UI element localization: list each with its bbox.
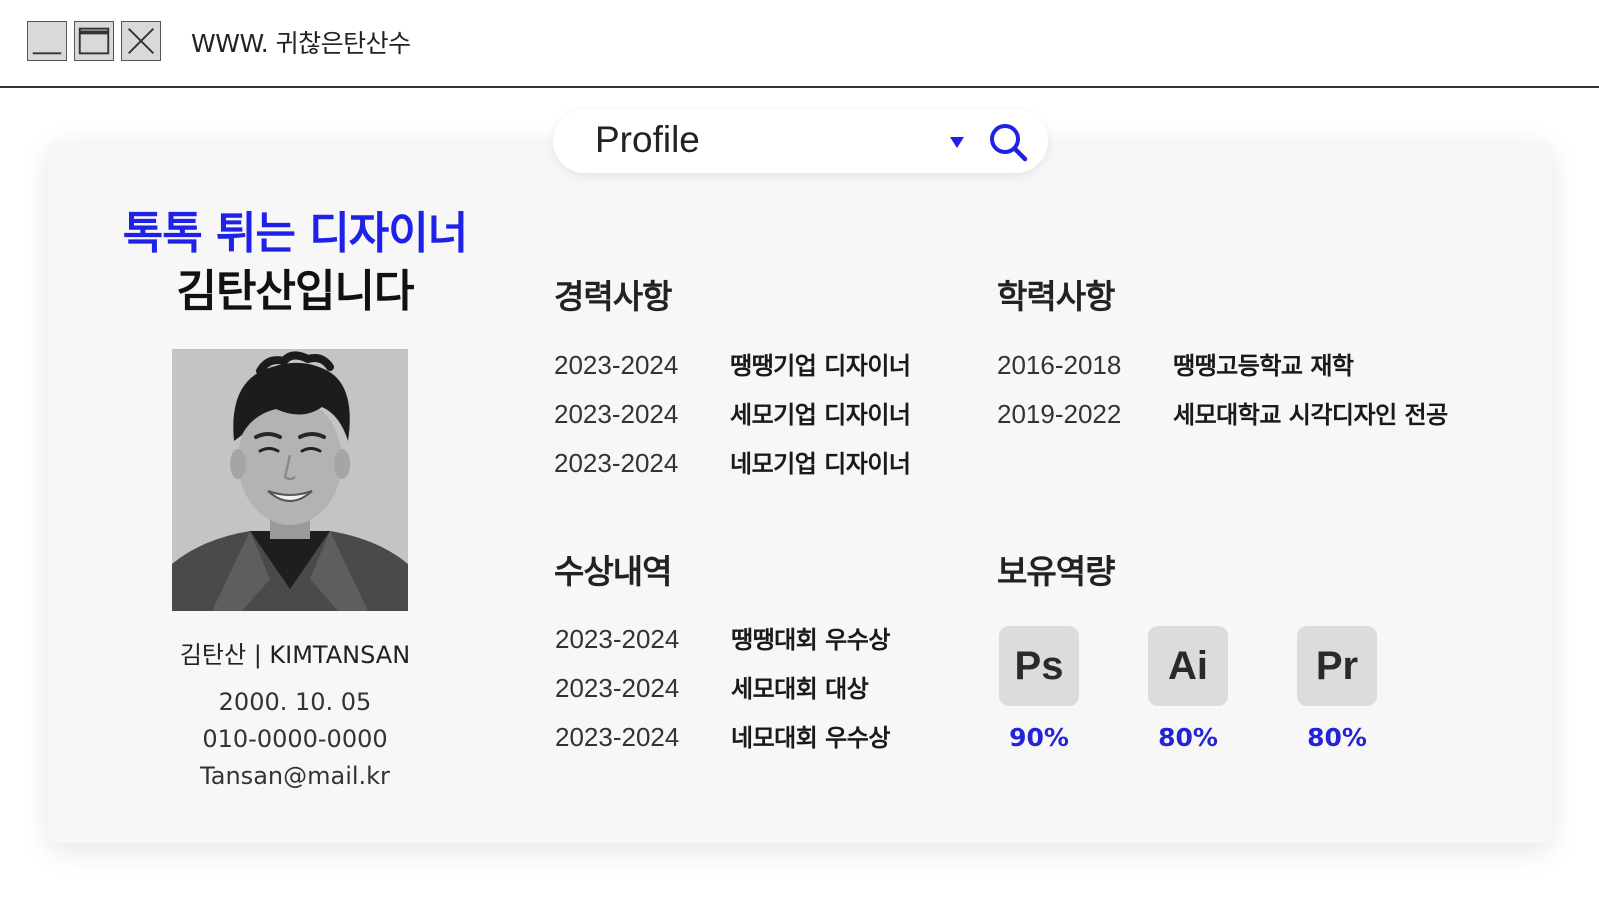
career-year: 2023-2024 — [554, 448, 679, 478]
award-text: 세모대회 대상 — [731, 675, 869, 703]
maximize-icon — [78, 27, 110, 55]
profile-photo — [172, 349, 408, 611]
award-year: 2023-2024 — [555, 722, 680, 752]
education-text: 세모대학교 시각디자인 전공 — [1173, 401, 1448, 429]
person-birth: 2000. 10. 05 — [218, 688, 372, 716]
person-name: 김탄산 | KIMTANSAN — [179, 641, 411, 669]
award-item: 2023-2024 네모대회 우수상 — [555, 718, 890, 753]
career-text: 땡땡기업 디자이너 — [730, 352, 911, 380]
award-item: 2023-2024 땡땡대회 우수상 — [555, 620, 890, 655]
career-year: 2023-2024 — [554, 399, 679, 429]
minimize-icon — [32, 52, 62, 55]
education-item: 2019-2022 세모대학교 시각디자인 전공 — [997, 395, 1448, 430]
close-button[interactable] — [121, 21, 161, 61]
illustrator-icon: Ai — [1148, 626, 1228, 706]
search-icon[interactable] — [987, 121, 1029, 163]
award-year: 2023-2024 — [555, 624, 680, 654]
dropdown-arrow-icon[interactable] — [947, 133, 967, 151]
minimize-button[interactable] — [27, 21, 67, 61]
window-titlebar: WWW. 귀찮은탄산수 — [0, 0, 1599, 88]
person-phone: 010-0000-0000 — [202, 725, 388, 753]
person-email: Tansan@mail.kr — [200, 762, 390, 790]
education-year: 2016-2018 — [997, 350, 1122, 380]
headline-line1: 톡톡 튀는 디자이너 — [122, 208, 468, 259]
education-title: 학력사항 — [997, 277, 1115, 316]
career-year: 2023-2024 — [554, 350, 679, 380]
skill-illustrator: Ai 80% — [1148, 626, 1228, 752]
skill-percent: 80% — [1158, 723, 1218, 752]
search-value[interactable]: Profile — [595, 119, 700, 161]
headline: 톡톡 튀는 디자이너 김탄산입니다 — [100, 205, 490, 321]
window-title: WWW. 귀찮은탄산수 — [191, 29, 411, 58]
photoshop-icon: Ps — [999, 626, 1079, 706]
career-item: 2023-2024 네모기업 디자이너 — [554, 444, 911, 479]
skills-title: 보유역량 — [997, 552, 1115, 591]
skill-photoshop: Ps 90% — [999, 626, 1079, 752]
education-year: 2019-2022 — [997, 399, 1122, 429]
awards-title: 수상내역 — [554, 552, 672, 591]
maximize-button[interactable] — [74, 21, 114, 61]
award-text: 네모대회 우수상 — [731, 724, 890, 752]
person-portrait-icon — [172, 349, 408, 611]
headline-line2: 김탄산입니다 — [176, 266, 415, 317]
award-item: 2023-2024 세모대회 대상 — [555, 669, 869, 704]
premiere-icon: Pr — [1297, 626, 1377, 706]
career-item: 2023-2024 세모기업 디자이너 — [554, 395, 911, 430]
career-title: 경력사항 — [554, 277, 672, 316]
skill-percent: 80% — [1307, 723, 1367, 752]
search-bar[interactable]: Profile — [553, 109, 1048, 173]
award-text: 땡땡대회 우수상 — [731, 626, 890, 654]
education-item: 2016-2018 땡땡고등학교 재학 — [997, 346, 1354, 381]
skill-premiere: Pr 80% — [1297, 626, 1377, 752]
skill-percent: 90% — [1009, 723, 1069, 752]
close-icon — [127, 27, 155, 55]
career-text: 세모기업 디자이너 — [730, 401, 911, 429]
education-text: 땡땡고등학교 재학 — [1173, 352, 1354, 380]
career-text: 네모기업 디자이너 — [730, 450, 911, 478]
career-item: 2023-2024 땡땡기업 디자이너 — [554, 346, 911, 381]
award-year: 2023-2024 — [555, 673, 680, 703]
